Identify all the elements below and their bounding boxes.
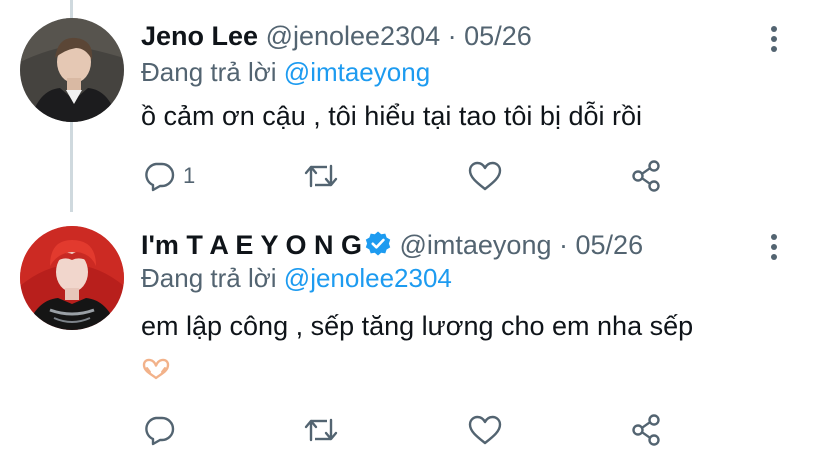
replying-to-label: Đang trả lời xyxy=(141,57,277,87)
replying-to-mention[interactable]: @jenolee2304 xyxy=(284,263,452,293)
more-icon-dot xyxy=(771,254,777,260)
more-icon-dot xyxy=(771,46,777,52)
more-icon-dot xyxy=(771,36,777,42)
more-options-button[interactable] xyxy=(762,26,786,56)
share-icon xyxy=(632,414,660,446)
replying-to-line: Đang trả lời @imtaeyong xyxy=(141,56,430,88)
replying-to-mention[interactable]: @imtaeyong xyxy=(284,57,430,87)
retweet-button[interactable] xyxy=(303,160,339,192)
verified-badge-icon xyxy=(365,231,391,256)
display-name[interactable]: I'm T A E Y O N G xyxy=(141,230,362,260)
display-name[interactable]: Jeno Lee xyxy=(141,21,258,51)
replying-to-label: Đang trả lời xyxy=(141,263,277,293)
tweet-jenolee[interactable]: Jeno Lee @jenolee2304 · 05/26 Đang trả l… xyxy=(0,0,828,212)
avatar[interactable] xyxy=(20,226,124,330)
tweet-date[interactable]: 05/26 xyxy=(576,230,644,260)
user-handle[interactable]: @imtaeyong xyxy=(400,230,552,260)
share-icon xyxy=(632,160,660,192)
tweet-text: ồ cảm ơn cậu , tôi hiểu tại tao tôi bị d… xyxy=(141,101,642,131)
reply-button[interactable] xyxy=(143,414,183,446)
like-icon xyxy=(468,161,502,191)
share-button[interactable] xyxy=(630,413,664,447)
like-button[interactable] xyxy=(468,415,502,445)
share-button[interactable] xyxy=(630,159,664,193)
reply-icon xyxy=(145,416,175,446)
retweet-button[interactable] xyxy=(303,414,339,446)
retweet-icon xyxy=(304,418,338,442)
more-icon-dot xyxy=(771,244,777,250)
heart-hands-emoji xyxy=(141,358,171,385)
tweet-imtaeyong[interactable]: I'm T A E Y O N G @imtaeyong · 05/26 Đan… xyxy=(0,212,828,454)
more-icon xyxy=(771,26,777,32)
reply-button[interactable]: 1 xyxy=(143,160,195,192)
tweet-text: em lập công , sếp tăng lương cho em nha … xyxy=(141,311,694,341)
like-icon xyxy=(468,415,502,445)
more-options-button[interactable] xyxy=(762,234,786,264)
more-icon xyxy=(771,234,777,240)
tweet-header: Jeno Lee @jenolee2304 · 05/26 xyxy=(141,19,532,53)
user-handle[interactable]: @jenolee2304 xyxy=(266,21,441,51)
heart-hands-icon xyxy=(142,358,170,380)
avatar[interactable] xyxy=(20,18,124,122)
like-button[interactable] xyxy=(468,161,502,191)
reply-count: 1 xyxy=(183,163,196,188)
separator-dot: · xyxy=(559,230,568,260)
retweet-icon xyxy=(304,164,338,188)
tweet-header: I'm T A E Y O N G @imtaeyong · 05/26 xyxy=(141,228,643,262)
separator-dot: · xyxy=(447,21,457,51)
tweet-date[interactable]: 05/26 xyxy=(464,21,532,51)
replying-to-line: Đang trả lời @jenolee2304 xyxy=(141,262,452,294)
reply-icon xyxy=(145,162,175,192)
